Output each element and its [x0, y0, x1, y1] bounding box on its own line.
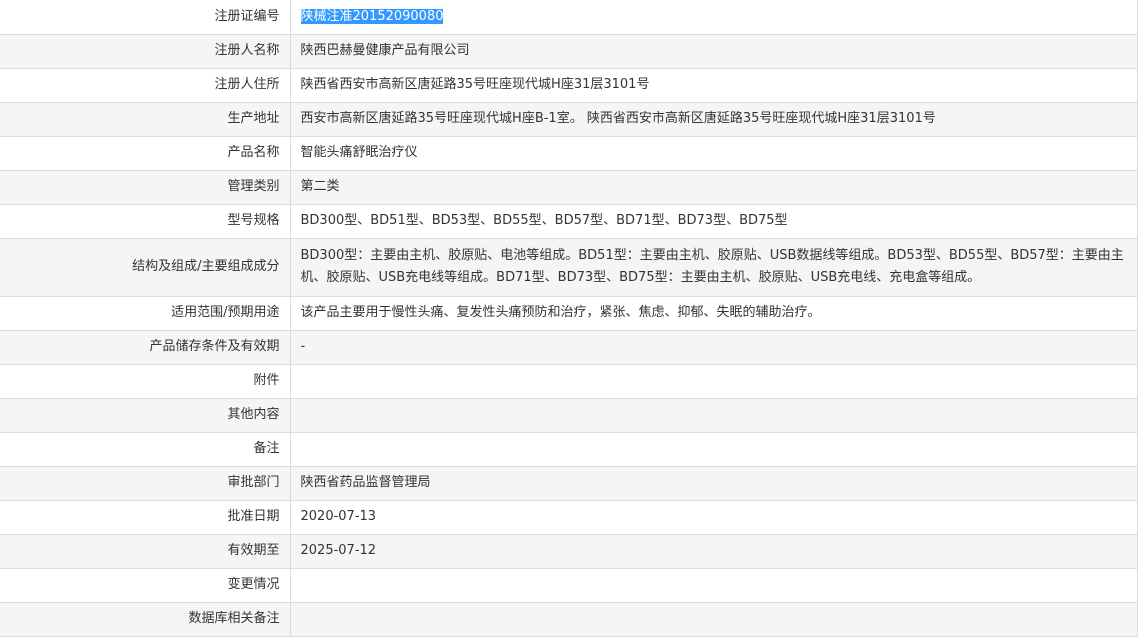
field-value-remarks [290, 432, 1138, 467]
field-label-valid-until: 有效期至 [0, 534, 291, 569]
field-value-structure-composition: BD300型：主要由主机、胶原贴、电池等组成。BD51型：主要由主机、胶原贴、U… [290, 238, 1138, 297]
registration-detail-table: 注册证编号 陕械注准20152090080 注册人名称 陕西巴赫曼健康产品有限公… [0, 0, 1138, 637]
field-label-attachment: 附件 [0, 364, 291, 399]
field-value-storage-validity: - [290, 330, 1138, 365]
field-value-attachment [290, 364, 1138, 399]
field-label-approval-department: 审批部门 [0, 466, 291, 501]
field-label-model-spec: 型号规格 [0, 204, 291, 239]
table-row: 型号规格 BD300型、BD51型、BD53型、BD55型、BD57型、BD71… [0, 204, 1138, 239]
field-value-production-address: 西安市高新区唐延路35号旺座现代城H座B-1室。 陕西省西安市高新区唐延路35号… [290, 102, 1138, 137]
field-label-registration-number: 注册证编号 [0, 0, 291, 35]
field-label-registrant-address: 注册人住所 [0, 68, 291, 103]
table-row: 产品名称 智能头痛舒眠治疗仪 [0, 136, 1138, 171]
field-value-registrant-address: 陕西省西安市高新区唐延路35号旺座现代城H座31层3101号 [290, 68, 1138, 103]
field-value-management-category: 第二类 [290, 170, 1138, 205]
table-row: 有效期至 2025-07-12 [0, 534, 1138, 569]
field-value-registration-number[interactable]: 陕械注准20152090080 [290, 0, 1138, 35]
table-row: 注册人名称 陕西巴赫曼健康产品有限公司 [0, 34, 1138, 69]
table-row: 产品储存条件及有效期 - [0, 330, 1138, 365]
table-row: 注册证编号 陕械注准20152090080 [0, 0, 1138, 35]
field-label-database-remarks: 数据库相关备注 [0, 602, 291, 637]
field-value-model-spec: BD300型、BD51型、BD53型、BD55型、BD57型、BD71型、BD7… [290, 204, 1138, 239]
field-value-database-remarks [290, 602, 1138, 637]
table-row: 注册人住所 陕西省西安市高新区唐延路35号旺座现代城H座31层3101号 [0, 68, 1138, 103]
field-value-valid-until: 2025-07-12 [290, 534, 1138, 569]
table-row: 附件 [0, 364, 1138, 399]
table-row: 备注 [0, 432, 1138, 467]
table-row: 审批部门 陕西省药品监督管理局 [0, 466, 1138, 501]
field-value-approval-department: 陕西省药品监督管理局 [290, 466, 1138, 501]
field-label-other-content: 其他内容 [0, 398, 291, 433]
field-value-product-name: 智能头痛舒眠治疗仪 [290, 136, 1138, 171]
field-label-storage-validity: 产品储存条件及有效期 [0, 330, 291, 365]
field-value-other-content [290, 398, 1138, 433]
table-row: 适用范围/预期用途 该产品主要用于慢性头痛、复发性头痛预防和治疗，紧张、焦虑、抑… [0, 296, 1138, 331]
field-label-production-address: 生产地址 [0, 102, 291, 137]
field-value-registrant-name: 陕西巴赫曼健康产品有限公司 [290, 34, 1138, 69]
table-row: 其他内容 [0, 398, 1138, 433]
table-row: 批准日期 2020-07-13 [0, 500, 1138, 535]
table-row: 变更情况 [0, 568, 1138, 603]
field-label-change-history: 变更情况 [0, 568, 291, 603]
field-value-intended-use: 该产品主要用于慢性头痛、复发性头痛预防和治疗，紧张、焦虑、抑郁、失眠的辅助治疗。 [290, 296, 1138, 331]
table-row: 管理类别 第二类 [0, 170, 1138, 205]
selected-registration-number[interactable]: 陕械注准20152090080 [300, 8, 444, 24]
field-value-change-history [290, 568, 1138, 603]
field-value-approval-date: 2020-07-13 [290, 500, 1138, 535]
field-label-product-name: 产品名称 [0, 136, 291, 171]
table-row: 结构及组成/主要组成成分 BD300型：主要由主机、胶原贴、电池等组成。BD51… [0, 238, 1138, 297]
field-label-remarks: 备注 [0, 432, 291, 467]
field-label-structure-composition: 结构及组成/主要组成成分 [0, 238, 291, 297]
field-label-approval-date: 批准日期 [0, 500, 291, 535]
field-label-registrant-name: 注册人名称 [0, 34, 291, 69]
table-row: 生产地址 西安市高新区唐延路35号旺座现代城H座B-1室。 陕西省西安市高新区唐… [0, 102, 1138, 137]
field-label-management-category: 管理类别 [0, 170, 291, 205]
field-label-intended-use: 适用范围/预期用途 [0, 296, 291, 331]
table-row: 数据库相关备注 [0, 602, 1138, 637]
